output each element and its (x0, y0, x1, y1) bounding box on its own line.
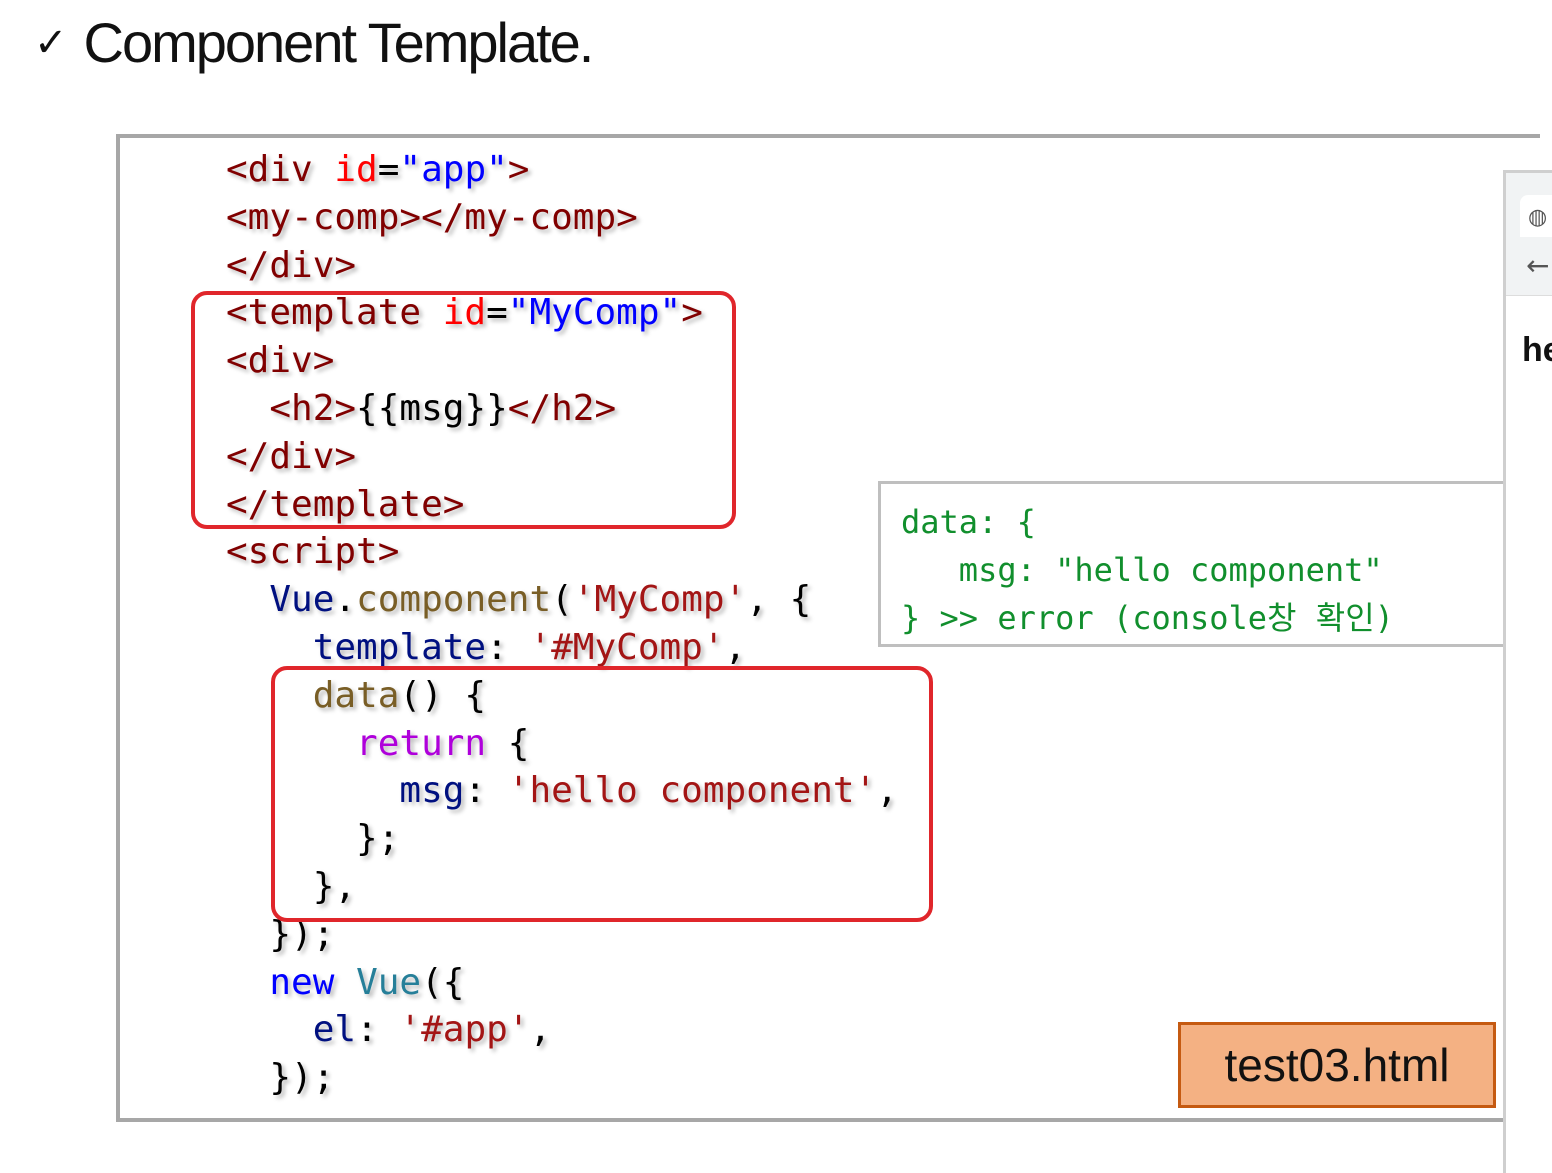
code-token: : (356, 1009, 400, 1051)
code-line: new Vue({ (226, 959, 898, 1007)
browser-content (1506, 295, 1552, 1173)
code-token: '#app' (399, 1009, 530, 1051)
code-token: = (377, 149, 400, 190)
code-token: > (507, 149, 530, 190)
globe-icon: ◍ (1528, 205, 1548, 230)
code-token: <script> (226, 531, 400, 573)
code-token: ( (551, 579, 573, 621)
slide-title: ✓ Component Template. (34, 10, 595, 75)
arrow-left-icon[interactable]: ← (1526, 249, 1549, 282)
slide-title-text: Component Template. (83, 11, 595, 74)
data-function-highlight-box (271, 666, 933, 922)
code-token: template (312, 626, 487, 668)
code-line: Vue.component('MyComp', { (226, 576, 898, 624)
code-line: <script> (226, 528, 898, 576)
code-token: , { (746, 579, 812, 621)
code-token: </div> (226, 244, 357, 286)
browser-page-text: he (1522, 331, 1552, 369)
code-token: , (529, 1009, 552, 1051)
code-line: </div> (226, 242, 898, 290)
code-token: "app" (399, 149, 508, 190)
note-line-3: } >> error (console창 확인) (901, 599, 1394, 637)
code-token: Vue (269, 579, 335, 621)
code-token: : (486, 626, 530, 668)
code-token: }); (269, 1057, 335, 1099)
code-line: }); (226, 1054, 898, 1102)
code-token: ({ (421, 961, 465, 1003)
code-line: template: '#MyComp', (226, 624, 898, 672)
template-highlight-box (191, 291, 736, 529)
code-token: new (269, 961, 335, 1003)
code-token: , (724, 626, 747, 668)
code-line: <my-comp></my-comp> (226, 194, 898, 242)
code-token: . (334, 579, 357, 621)
note-line-1: data: { (901, 503, 1036, 541)
code-token: component (356, 579, 552, 621)
code-token: <my-comp></my-comp> (226, 196, 638, 238)
code-line: el: '#app', (226, 1006, 898, 1054)
code-token: el (312, 1009, 357, 1051)
code-block: <div id="app"> <my-comp></my-comp> </div> <… (226, 146, 898, 1102)
code-token: id (312, 149, 378, 190)
code-token: 'MyComp' (572, 579, 747, 621)
code-line: <div id="app"> (226, 146, 898, 194)
code-token: <div (226, 149, 313, 190)
error-note-text: data: { msg: "hello component" } >> erro… (901, 498, 1394, 642)
code-token: Vue (356, 961, 422, 1003)
browser-window-partial: ◍ ← he (1503, 170, 1552, 1173)
code-token: '#MyComp' (529, 626, 725, 668)
checkmark-icon: ✓ (34, 20, 67, 66)
note-line-2: msg: "hello component" (901, 551, 1383, 589)
error-note-box: data: { msg: "hello component" } >> erro… (878, 481, 1521, 647)
file-name-label: test03.html (1178, 1022, 1496, 1108)
